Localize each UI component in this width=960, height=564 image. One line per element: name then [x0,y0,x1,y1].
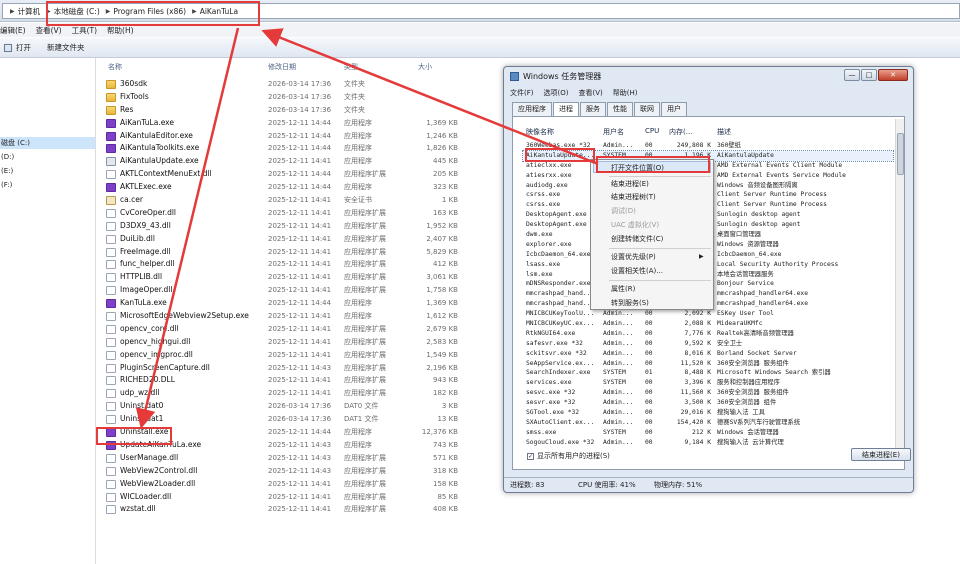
arrow-to-uninstall [135,27,240,429]
annotation-arrows [135,27,599,429]
arrow-to-address-bar [261,28,599,166]
